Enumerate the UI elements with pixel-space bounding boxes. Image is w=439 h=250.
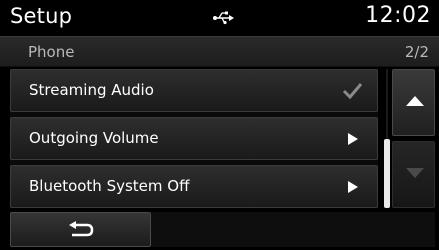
list-item-label: Bluetooth System Off bbox=[29, 177, 190, 195]
settings-list: Streaming Audio Outgoing Volume Bluetoot… bbox=[10, 69, 378, 208]
section-header: Phone 2/2 bbox=[0, 36, 439, 67]
bottom-bar bbox=[151, 212, 435, 247]
status-bar: Setup 12:02 bbox=[0, 0, 439, 36]
setup-screen: Setup 12:02 Phone 2/2 Streaming Audio Ou… bbox=[0, 0, 439, 250]
list-item-label: Streaming Audio bbox=[29, 81, 154, 99]
section-title: Phone bbox=[28, 43, 75, 61]
list-item-streaming-audio[interactable]: Streaming Audio bbox=[10, 69, 378, 112]
triangle-down-icon bbox=[406, 168, 424, 178]
scrollbar[interactable] bbox=[384, 69, 390, 208]
arrow-right-icon bbox=[348, 133, 358, 145]
back-button[interactable] bbox=[10, 212, 151, 247]
checkmark-icon bbox=[342, 83, 363, 100]
scroll-down-button[interactable] bbox=[392, 141, 435, 208]
list-item-label: Outgoing Volume bbox=[29, 129, 159, 147]
list-item-outgoing-volume[interactable]: Outgoing Volume bbox=[10, 117, 378, 160]
usb-icon bbox=[213, 11, 234, 25]
arrow-right-icon bbox=[348, 181, 358, 193]
triangle-up-icon bbox=[406, 96, 424, 106]
back-arrow-icon bbox=[69, 221, 94, 237]
scrollbar-thumb[interactable] bbox=[384, 139, 390, 208]
clock: 12:02 bbox=[365, 3, 431, 28]
screen-title: Setup bbox=[10, 4, 73, 28]
page-indicator: 2/2 bbox=[404, 43, 429, 61]
scroll-up-button[interactable] bbox=[392, 69, 435, 136]
list-item-bluetooth-system-off[interactable]: Bluetooth System Off bbox=[10, 165, 378, 208]
